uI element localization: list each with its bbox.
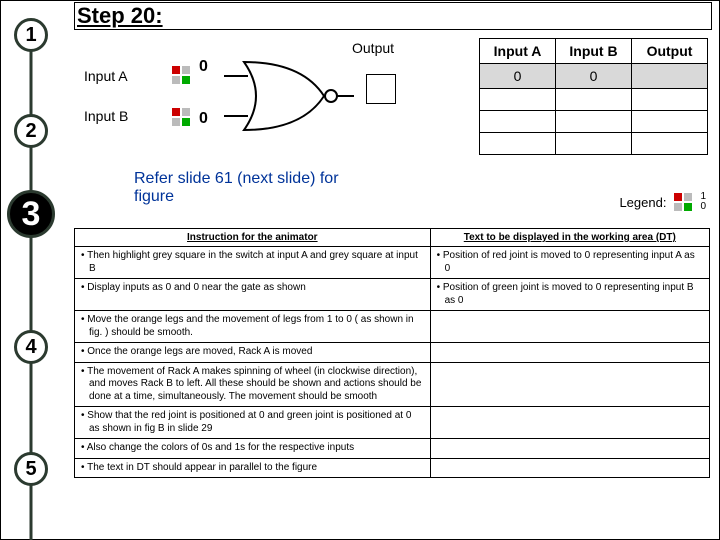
tt-cell: [632, 111, 708, 133]
tt-cell: [480, 111, 556, 133]
tt-head-a: Input A: [480, 39, 556, 64]
instr-cell: [430, 458, 709, 478]
instr-cell: • Also change the colors of 0s and 1s fo…: [75, 439, 431, 459]
instr-cell: [430, 439, 709, 459]
instr-cell: • The text in DT should appear in parall…: [75, 458, 431, 478]
switch-icon-legend: [674, 193, 692, 211]
output-label: Output: [352, 40, 394, 56]
instr-cell: [430, 311, 709, 343]
instr-head-left: Instruction for the animator: [75, 229, 431, 247]
switch-icon-a: [172, 66, 190, 84]
step-dot-4: 4: [14, 330, 48, 364]
step-dot-5: 5: [14, 452, 48, 486]
instr-cell: • Then highlight grey square in the swit…: [75, 247, 431, 279]
instr-bullet: • The movement of Rack A makes spinning …: [81, 366, 424, 404]
step-rail: 1 2 3 4 5: [14, 0, 48, 540]
instr-cell: • Show that the red joint is positioned …: [75, 407, 431, 439]
instr-bullet: • Position of red joint is moved to 0 re…: [437, 250, 703, 275]
instr-bullet: • Show that the red joint is positioned …: [81, 410, 424, 435]
step-dot-1: 1: [14, 18, 48, 52]
refer-text: Refer slide 61 (next slide) for figure: [134, 170, 374, 206]
instr-bullet: • Display inputs as 0 and 0 near the gat…: [81, 282, 424, 295]
instr-bullet: • Move the orange legs and the movement …: [81, 314, 424, 339]
tt-cell: [632, 64, 708, 89]
legend-values: 1 0: [700, 192, 706, 212]
work-area: Input A Input B 0 0 Output Input A Input…: [74, 32, 712, 220]
legend: Legend: 1 0: [619, 192, 706, 212]
tt-head-out: Output: [632, 39, 708, 64]
instr-head-right: Text to be displayed in the working area…: [430, 229, 709, 247]
instr-cell: [430, 407, 709, 439]
tt-cell: [556, 133, 632, 155]
instruction-table: Instruction for the animator Text to be …: [74, 228, 710, 478]
instr-bullet: • Then highlight grey square in the swit…: [81, 250, 424, 275]
instr-cell: • Move the orange legs and the movement …: [75, 311, 431, 343]
switch-icon-b: [172, 108, 190, 126]
instr-bullet: • Also change the colors of 0s and 1s fo…: [81, 442, 424, 455]
instr-bullet: • Once the orange legs are moved, Rack A…: [81, 346, 424, 359]
input-a-label: Input A: [84, 68, 128, 84]
tt-head-b: Input B: [556, 39, 632, 64]
tt-cell: 0: [480, 64, 556, 89]
input-b-value: 0: [199, 110, 208, 128]
input-b-label: Input B: [84, 108, 128, 124]
tt-cell: [480, 89, 556, 111]
tt-cell: [632, 89, 708, 111]
nor-gate-icon: [224, 58, 354, 134]
truth-table: Input A Input B Output 0 0: [479, 38, 708, 155]
input-a-value: 0: [199, 58, 208, 76]
instr-cell: • Display inputs as 0 and 0 near the gat…: [75, 279, 431, 311]
instr-cell: • The movement of Rack A makes spinning …: [75, 362, 431, 407]
title-box: Step 20:: [74, 2, 712, 30]
instr-cell: [430, 343, 709, 363]
instr-bullet: • Position of green joint is moved to 0 …: [437, 282, 703, 307]
instr-cell: • Position of green joint is moved to 0 …: [430, 279, 709, 311]
tt-cell: [480, 133, 556, 155]
legend-label: Legend:: [619, 195, 666, 210]
instr-cell: • Once the orange legs are moved, Rack A…: [75, 343, 431, 363]
output-box: [366, 74, 396, 104]
tt-cell: 0: [556, 64, 632, 89]
instr-cell: [430, 362, 709, 407]
tt-cell: [556, 89, 632, 111]
page-title: Step 20:: [77, 3, 163, 29]
step-dot-2: 2: [14, 114, 48, 148]
instr-bullet: • The text in DT should appear in parall…: [81, 462, 424, 475]
tt-cell: [556, 111, 632, 133]
tt-cell: [632, 133, 708, 155]
legend-zero: 0: [700, 201, 706, 212]
instr-cell: • Position of red joint is moved to 0 re…: [430, 247, 709, 279]
step-dot-3-current: 3: [7, 190, 55, 238]
